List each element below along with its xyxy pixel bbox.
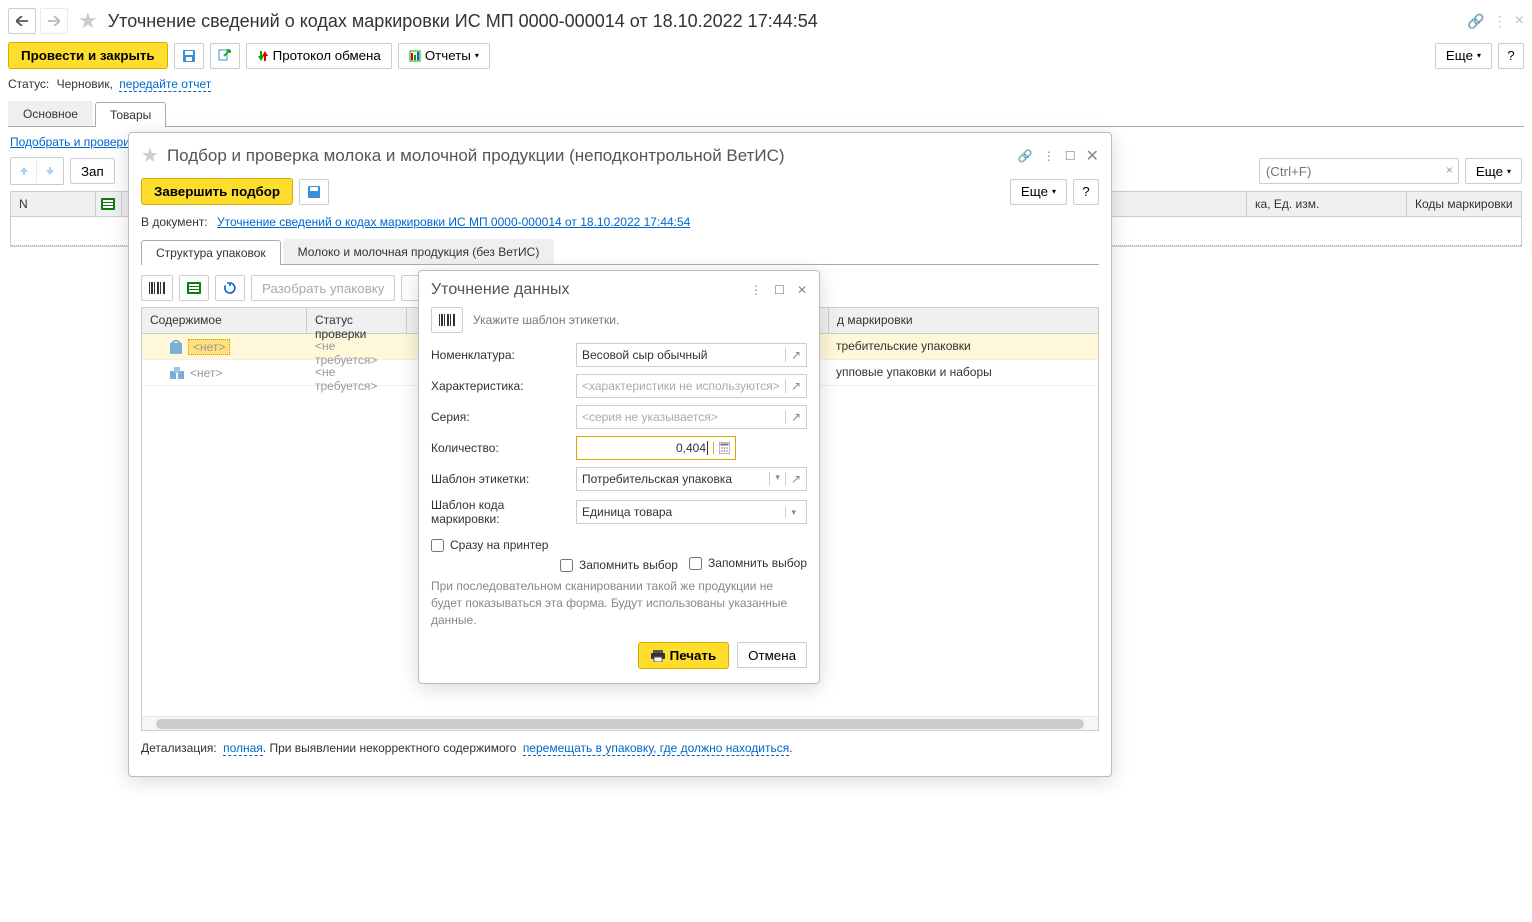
pick-window-title: Подбор и проверка молока и молочной прод… bbox=[167, 146, 785, 166]
series-label: Серия: bbox=[431, 410, 576, 424]
box-icon bbox=[170, 340, 182, 354]
quantity-label: Количество: bbox=[431, 441, 576, 455]
col-mark-type[interactable]: д маркировки bbox=[828, 308, 1098, 333]
dialog-hint: Укажите шаблон этикетки. bbox=[473, 313, 619, 327]
chevron-down-icon[interactable]: ▾ bbox=[785, 507, 801, 518]
pick-more-button[interactable]: Еще ▾ bbox=[1010, 179, 1067, 205]
to-printer-label: Сразу на принтер bbox=[450, 538, 548, 552]
characteristic-label: Характеристика: bbox=[431, 379, 576, 393]
save-button[interactable] bbox=[174, 43, 204, 69]
open-icon[interactable]: ↗ bbox=[785, 472, 801, 486]
remember-checkbox[interactable] bbox=[560, 559, 573, 572]
remember-label: Запомнить выбор bbox=[579, 558, 678, 572]
reports-button[interactable]: Отчеты ▾ bbox=[398, 43, 490, 69]
dialog-title: Уточнение данных bbox=[431, 281, 569, 299]
unpack-button[interactable]: Разобрать упаковку bbox=[251, 275, 395, 301]
chevron-down-icon: ▾ bbox=[1477, 51, 1481, 60]
status-value: Черновик, bbox=[57, 77, 113, 91]
chevron-down-icon: ▾ bbox=[1507, 167, 1511, 176]
clear-icon[interactable]: × bbox=[1446, 163, 1453, 177]
more-table-button[interactable]: Еще ▾ bbox=[1465, 158, 1522, 184]
more-menu-icon[interactable]: ⋮ bbox=[750, 283, 762, 297]
column-icon[interactable] bbox=[96, 192, 122, 216]
more-button[interactable]: Еще ▾ bbox=[1435, 43, 1492, 69]
to-doc-link[interactable]: Уточнение сведений о кодах маркировки ИС… bbox=[217, 215, 690, 229]
tab-struct[interactable]: Структура упаковок bbox=[141, 240, 281, 265]
col-status[interactable]: Статус проверки bbox=[307, 308, 407, 333]
barcode-dialog-button[interactable] bbox=[431, 307, 463, 333]
to-printer-checkbox[interactable] bbox=[431, 539, 444, 552]
favorite-icon[interactable]: ★ bbox=[78, 8, 98, 34]
print-button[interactable]: Печать bbox=[638, 642, 730, 669]
series-field[interactable]: <серия не указывается> ↗ bbox=[576, 405, 807, 429]
cancel-button[interactable]: Отмена bbox=[737, 642, 807, 668]
chevron-down-icon: ▾ bbox=[1052, 187, 1056, 196]
detail-label: Детализация: bbox=[141, 741, 217, 755]
back-button[interactable] bbox=[8, 8, 36, 34]
boxes-icon bbox=[170, 367, 184, 379]
green-table-button[interactable] bbox=[179, 275, 209, 301]
link-icon[interactable]: 🔗 bbox=[1018, 149, 1033, 163]
printer-icon bbox=[651, 650, 665, 662]
chevron-down-icon[interactable]: ▾ bbox=[769, 472, 785, 486]
characteristic-field[interactable]: <характеристики не используются> ↗ bbox=[576, 374, 807, 398]
column-n[interactable]: N bbox=[11, 192, 96, 216]
status-label: Статус: bbox=[8, 77, 49, 91]
detail-move-link[interactable]: перемещать в упаковку, где должно находи… bbox=[523, 741, 789, 756]
mark-template-field[interactable]: Единица товара ▾ bbox=[576, 500, 807, 524]
detail-link[interactable]: полная bbox=[223, 741, 263, 756]
forward-button[interactable] bbox=[40, 8, 68, 34]
column-mark-codes[interactable]: Коды маркировки bbox=[1406, 192, 1521, 216]
tab-milk[interactable]: Молоко и молочная продукция (без ВетИС) bbox=[283, 239, 555, 264]
status-link[interactable]: передайте отчет bbox=[119, 77, 211, 92]
mark-template-label: Шаблон кода маркировки: bbox=[431, 498, 576, 526]
maximize-icon[interactable]: ☐ bbox=[1065, 149, 1076, 163]
post-close-button[interactable]: Провести и закрыть bbox=[8, 42, 168, 69]
remember-checkbox-real[interactable] bbox=[689, 557, 702, 570]
search-input[interactable] bbox=[1259, 158, 1459, 184]
tab-goods[interactable]: Товары bbox=[95, 102, 166, 127]
post-button[interactable] bbox=[210, 43, 240, 69]
favorite-icon[interactable]: ★ bbox=[141, 143, 159, 168]
barcode-icon-button[interactable] bbox=[141, 275, 173, 301]
close-icon[interactable]: ✕ bbox=[1086, 146, 1099, 166]
protocol-button[interactable]: Протокол обмена bbox=[246, 43, 392, 69]
label-template-field[interactable]: Потребительская упаковка ▾ ↗ bbox=[576, 467, 807, 491]
calculator-icon[interactable] bbox=[713, 442, 730, 454]
nomenclature-field[interactable]: Весовой сыр обычный ↗ bbox=[576, 343, 807, 367]
complete-pick-button[interactable]: Завершить подбор bbox=[141, 178, 293, 205]
refresh-button[interactable] bbox=[215, 275, 245, 301]
save-button-2[interactable] bbox=[299, 179, 329, 205]
more-menu-icon[interactable]: ⋮ bbox=[1043, 149, 1055, 163]
pick-check-link[interactable]: Подобрать и проверить bbox=[10, 135, 142, 149]
link-icon[interactable]: 🔗 bbox=[1467, 13, 1484, 30]
tab-main[interactable]: Основное bbox=[8, 101, 93, 126]
column-pack-unit[interactable]: ка, Ед. изм. bbox=[1246, 192, 1406, 216]
move-up-button[interactable] bbox=[11, 158, 37, 184]
help-button[interactable]: ? bbox=[1498, 43, 1524, 69]
nomenclature-label: Номенклатура: bbox=[431, 348, 576, 362]
open-icon[interactable]: ↗ bbox=[785, 379, 801, 393]
move-down-button[interactable] bbox=[37, 158, 63, 184]
page-title: Уточнение сведений о кодах маркировки ИС… bbox=[108, 11, 818, 32]
to-doc-label: В документ: bbox=[141, 215, 208, 229]
help-button-2[interactable]: ? bbox=[1073, 179, 1099, 205]
maximize-icon[interactable]: ☐ bbox=[774, 283, 785, 297]
scrollbar-thumb[interactable] bbox=[156, 719, 1084, 729]
open-icon[interactable]: ↗ bbox=[785, 348, 801, 362]
fill-button[interactable]: Зап bbox=[70, 158, 115, 184]
close-icon[interactable]: × bbox=[1515, 12, 1524, 30]
close-icon[interactable]: ✕ bbox=[797, 283, 807, 297]
more-menu-icon[interactable]: ⋮ bbox=[1493, 13, 1507, 30]
open-icon[interactable]: ↗ bbox=[785, 410, 801, 424]
quantity-field[interactable]: 0,404 bbox=[576, 436, 736, 460]
col-content[interactable]: Содержимое bbox=[142, 308, 307, 333]
chevron-down-icon: ▾ bbox=[475, 51, 479, 60]
dialog-note: При последовательном сканировании такой … bbox=[419, 574, 819, 632]
label-template-label: Шаблон этикетки: bbox=[431, 472, 576, 486]
